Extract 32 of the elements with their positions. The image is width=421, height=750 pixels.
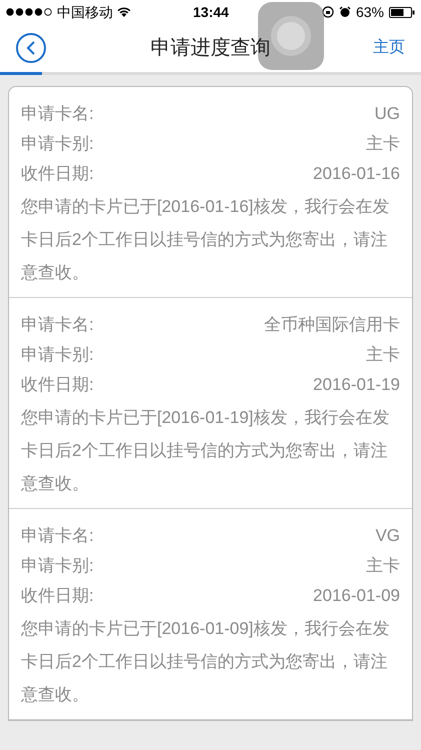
field-value: 2016-01-19 bbox=[313, 374, 400, 396]
wifi-icon bbox=[116, 6, 132, 18]
rotation-lock-icon bbox=[322, 6, 334, 18]
field-label: 申请卡别: bbox=[21, 555, 94, 578]
field-value: 主卡 bbox=[366, 555, 400, 578]
field-value: 主卡 bbox=[366, 133, 400, 156]
alarm-icon bbox=[338, 6, 351, 18]
field-value: 主卡 bbox=[366, 344, 400, 366]
field-label: 收件日期: bbox=[21, 163, 94, 186]
field-value: 2016-01-09 bbox=[313, 585, 400, 608]
signal-icon bbox=[6, 8, 54, 16]
status-message: 您申请的卡片已于[2016-01-16]核发，我行会在发卡日后2个工作日以挂号信的方式为您寄出，请注意查收。 bbox=[21, 196, 390, 284]
home-link[interactable]: 主页 bbox=[373, 36, 405, 60]
field-label: 申请卡名: bbox=[21, 525, 94, 548]
carrier-name: 中国移动 bbox=[57, 2, 113, 22]
field-value: 全币种国际信用卡 bbox=[264, 314, 400, 336]
field-value: UG bbox=[374, 103, 400, 126]
back-button[interactable] bbox=[16, 33, 46, 63]
field-label: 收件日期: bbox=[21, 585, 94, 608]
status-time: 13:44 bbox=[193, 2, 229, 22]
field-label: 申请卡名: bbox=[21, 103, 94, 126]
chevron-left-icon bbox=[26, 41, 36, 55]
battery-icon bbox=[389, 6, 415, 18]
field-label: 收件日期: bbox=[21, 374, 94, 396]
field-label: 申请卡名: bbox=[21, 314, 94, 336]
field-value: 2016-01-16 bbox=[313, 163, 400, 186]
field-label: 申请卡别: bbox=[21, 133, 94, 156]
field-value: VG bbox=[375, 525, 400, 548]
status-message: 您申请的卡片已于[2016-01-09]核发，我行会在发卡日后2个工作日以挂号信的方式为您寄出，请注意查收。 bbox=[21, 618, 390, 706]
battery-percent: 63% bbox=[356, 2, 384, 22]
field-label: 申请卡别: bbox=[21, 344, 94, 366]
status-message: 您申请的卡片已于[2016-01-19]核发，我行会在发卡日后2个工作日以挂号信的方式为您寄出，请注意查收。 bbox=[21, 407, 390, 495]
